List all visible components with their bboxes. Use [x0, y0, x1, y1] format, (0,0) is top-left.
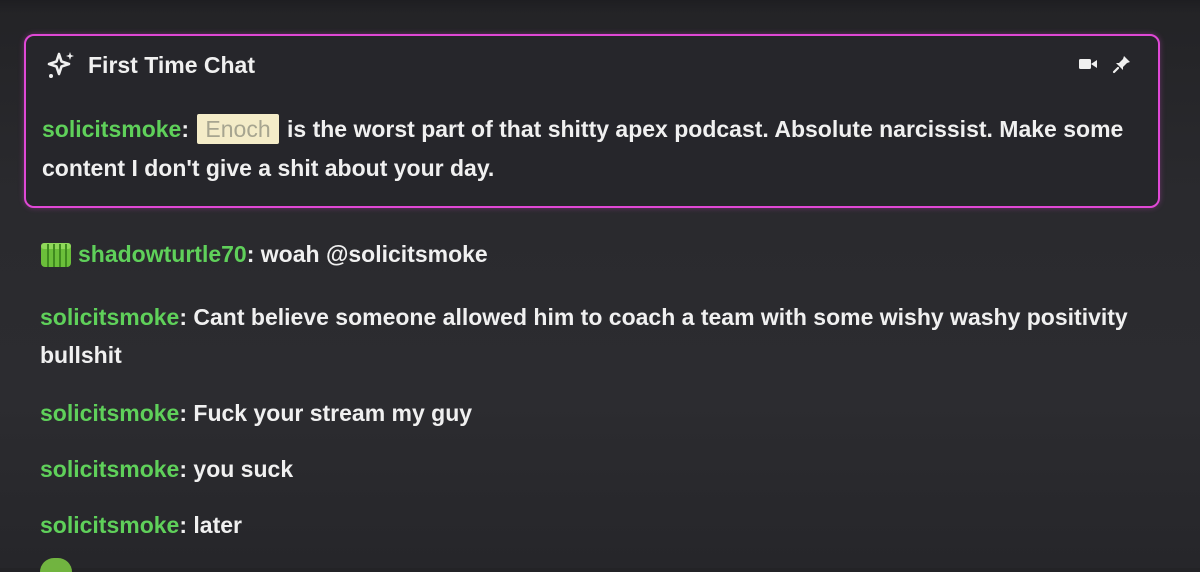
first-time-chat-actions [1078, 54, 1132, 79]
first-time-chat-title: First Time Chat [88, 51, 255, 78]
chat-colon: : [179, 456, 188, 482]
first-time-chat-message: solicitsmoke: Enoch is the worst part of… [42, 110, 1132, 188]
chat-top-divider [0, 0, 1200, 14]
highlighted-mention: Enoch [197, 114, 279, 144]
chat-line: solicitsmoke: later [40, 506, 1160, 544]
chat-username[interactable]: solicitsmoke [40, 456, 179, 482]
first-time-chat-card: First Time Chat solicitsmoke: Enoch is t… [24, 34, 1160, 208]
video-camera-icon[interactable] [1078, 56, 1098, 77]
chat-line: solicitsmoke: you suck [40, 450, 1160, 488]
chat-username[interactable]: shadowturtle70 [78, 241, 247, 267]
chat-username[interactable]: solicitsmoke [40, 400, 179, 426]
chat-colon: : [181, 116, 190, 142]
chat-username[interactable]: solicitsmoke [42, 116, 181, 142]
chat-colon: : [179, 400, 188, 426]
chat-message-text: later [187, 512, 242, 538]
sparkle-icon [46, 50, 76, 80]
green-bits-badge-icon[interactable] [40, 240, 72, 268]
chat-message-text: you suck [187, 456, 294, 482]
first-time-chat-header: First Time Chat [46, 50, 255, 80]
chat-colon: : [179, 512, 188, 538]
chat-username[interactable]: solicitsmoke [40, 512, 179, 538]
chat-message-text: Fuck your stream my guy [187, 400, 473, 426]
partial-badge-icon [40, 558, 72, 572]
chat-message-text: woah @solicitsmoke [254, 241, 488, 267]
chat-message-text: Cant believe someone allowed him to coac… [40, 304, 1128, 368]
chat-username[interactable]: solicitsmoke [40, 304, 179, 330]
chat-line: solicitsmoke: Cant believe someone allow… [40, 298, 1160, 374]
pin-icon[interactable] [1112, 54, 1132, 79]
chat-line: solicitsmoke: Fuck your stream my guy [40, 394, 1160, 432]
chat-colon: : [179, 304, 188, 330]
chat-line: shadowturtle70: woah @solicitsmoke [40, 235, 1160, 273]
